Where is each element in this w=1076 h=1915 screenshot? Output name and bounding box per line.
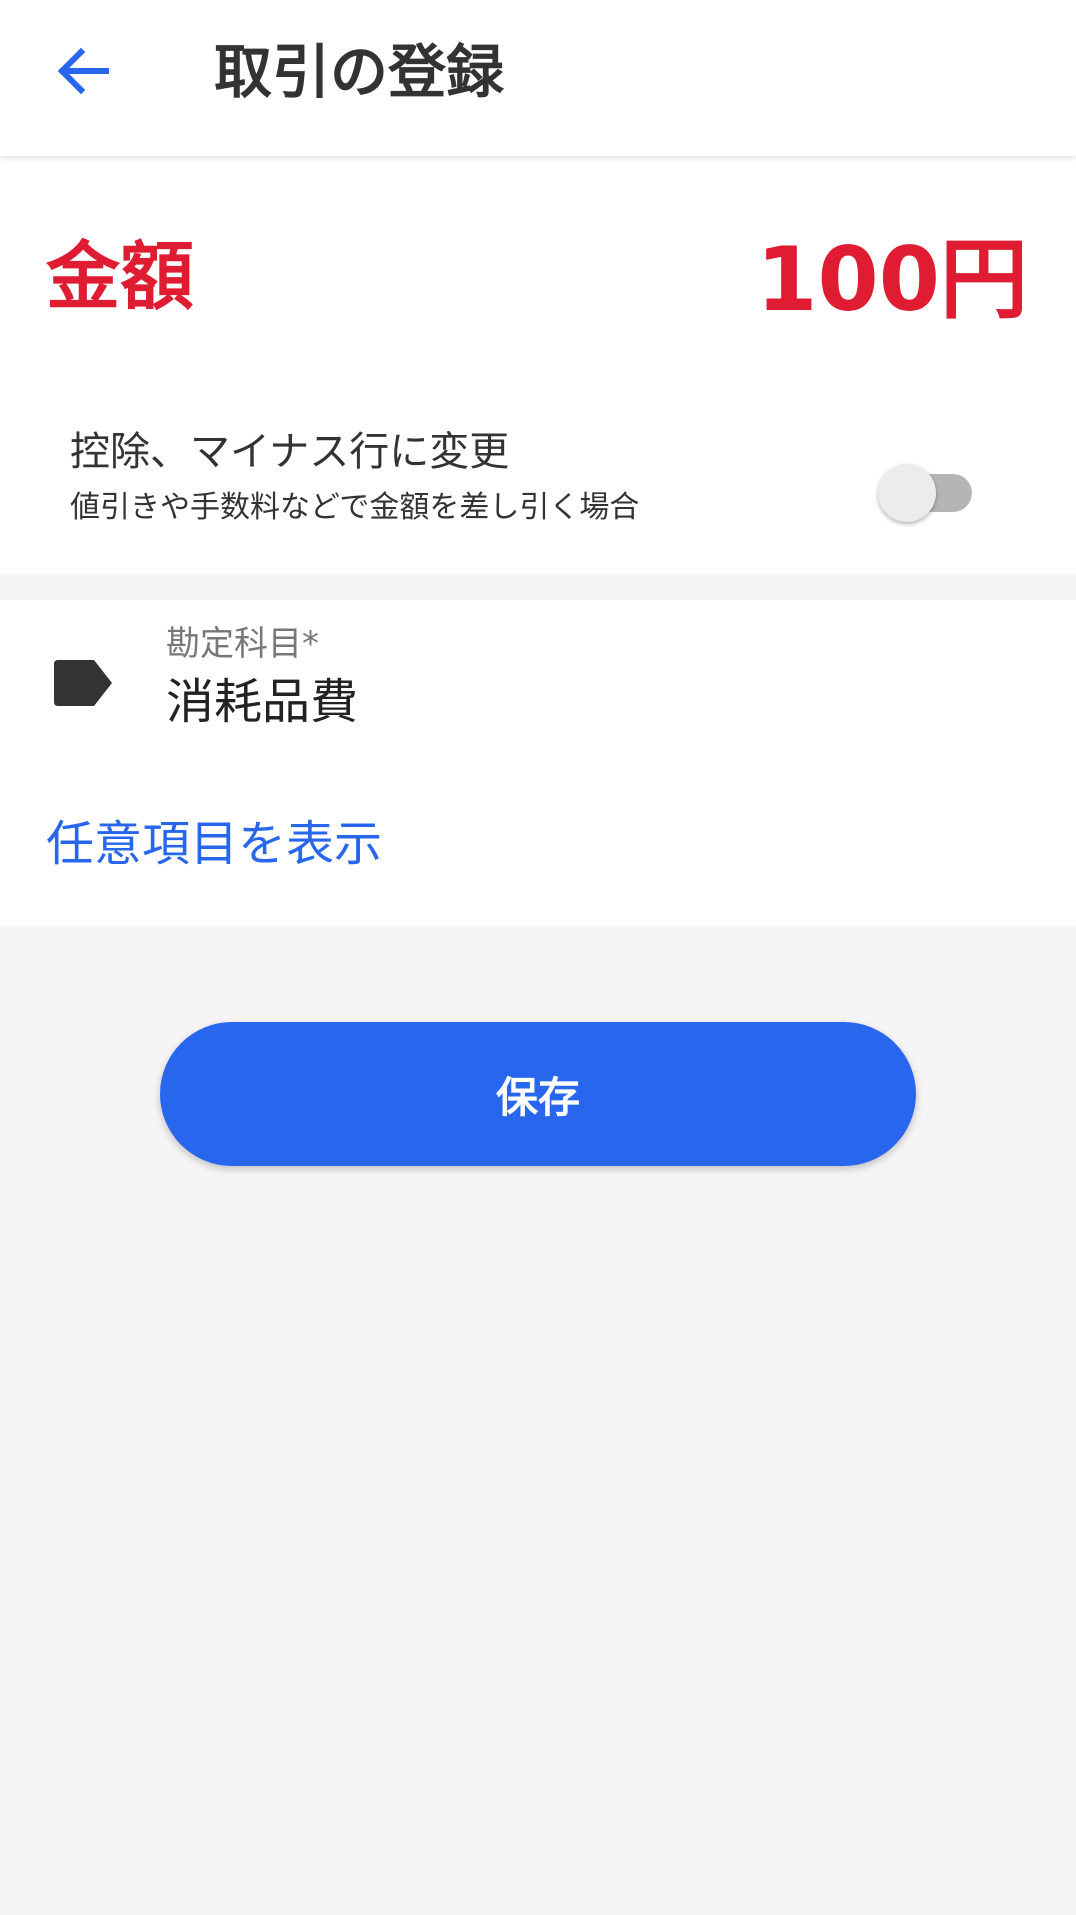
amount-value[interactable]: 100円 — [756, 228, 1028, 332]
arrow-left-icon — [55, 46, 110, 100]
account-value: 消耗品費 — [166, 674, 359, 730]
save-button[interactable]: 保存 — [160, 1022, 916, 1166]
app-bar: 取引の登録 — [0, 0, 1076, 156]
back-button[interactable] — [42, 38, 122, 108]
account-label: 勘定科目* — [166, 624, 319, 664]
tag-icon — [54, 660, 112, 706]
deduction-title: 控除、マイナス行に変更 — [70, 429, 510, 475]
amount-label: 金額 — [46, 234, 194, 320]
deduction-toggle[interactable] — [878, 450, 978, 530]
deduction-subtitle: 値引きや手数料などで金額を差し引く場合 — [70, 490, 640, 525]
deduction-row: 控除、マイナス行に変更 値引きや手数料などで金額を差し引く場合 — [0, 410, 1076, 550]
page-title: 取引の登録 — [214, 38, 505, 106]
account-field[interactable]: 勘定科目* 消耗品費 — [0, 610, 1076, 760]
toggle-thumb — [878, 464, 936, 522]
show-optional-fields-link[interactable]: 任意項目を表示 — [46, 812, 382, 876]
